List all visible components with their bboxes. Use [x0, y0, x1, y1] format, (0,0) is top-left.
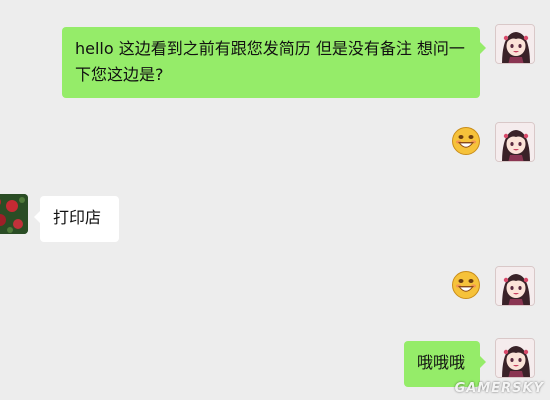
anime-girl-avatar-icon: [496, 25, 535, 64]
chat-window: hello 这边看到之前有跟您发简历 但是没有备注 想问一下您这边是? 打印店 …: [0, 0, 550, 400]
outgoing-message-bubble[interactable]: hello 这边看到之前有跟您发简历 但是没有备注 想问一下您这边是?: [62, 27, 486, 98]
anime-girl-avatar-icon: [496, 123, 535, 162]
self-avatar[interactable]: [495, 122, 535, 162]
anime-girl-avatar-icon: [496, 267, 535, 306]
red-flowers-avatar-icon: [0, 194, 28, 234]
message-text: 打印店: [53, 208, 102, 227]
watermark: GAMERSKY: [454, 381, 544, 396]
contact-avatar[interactable]: [0, 194, 28, 234]
grin-emoji-icon[interactable]: [451, 126, 481, 156]
message-text: hello 这边看到之前有跟您发简历 但是没有备注 想问一下您这边是?: [75, 39, 465, 84]
message-text: 哦哦哦: [417, 353, 466, 372]
self-avatar[interactable]: [495, 24, 535, 64]
anime-girl-avatar-icon: [496, 339, 535, 378]
grin-emoji-icon[interactable]: [451, 270, 481, 300]
incoming-message-bubble[interactable]: 打印店: [34, 196, 119, 242]
self-avatar[interactable]: [495, 338, 535, 378]
self-avatar[interactable]: [495, 266, 535, 306]
